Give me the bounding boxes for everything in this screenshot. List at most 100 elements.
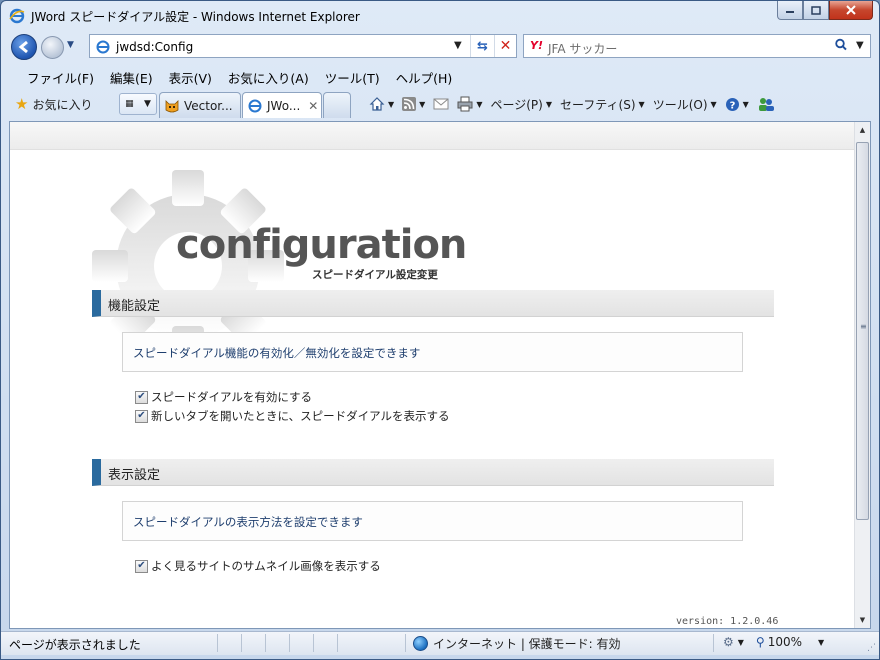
tab-vector[interactable]: Vector...	[159, 92, 241, 118]
option-enable-speed-dial[interactable]: ✔ スピードダイアルを有効にする	[135, 389, 312, 405]
section-display-description-box: スピードダイアルの表示方法を設定できます	[122, 501, 743, 541]
home-dropdown-icon[interactable]: ▼	[388, 100, 394, 109]
zoom-level: 100%	[767, 635, 803, 649]
enable-speed-dial-checkbox[interactable]: ✔	[135, 390, 148, 404]
zoom-control[interactable]: ⚙ ▼ ⚲ 100% ▼	[723, 635, 824, 649]
section-function-header: 機能設定	[92, 290, 774, 317]
feeds-button[interactable]: ▼	[402, 97, 425, 111]
status-message: ページが表示されました	[9, 638, 141, 652]
tab-jword[interactable]: JWo... ✕	[242, 92, 322, 118]
maximize-button[interactable]	[803, 1, 829, 20]
back-button[interactable]	[11, 34, 37, 60]
title-bar: JWord スピードダイアル設定 - Windows Internet Expl…	[1, 1, 879, 31]
section-display-title: 表示設定	[108, 468, 161, 483]
safety-dropdown-icon: ▼	[638, 99, 645, 109]
menu-file[interactable]: ファイル(F)	[27, 68, 94, 87]
tab-close-icon[interactable]: ✕	[308, 99, 318, 113]
page-menu-label: ページ(P)	[490, 97, 543, 112]
search-icon[interactable]	[834, 38, 848, 52]
minimize-icon	[786, 11, 794, 13]
resize-grip-icon[interactable]: ⋰	[867, 643, 876, 653]
menu-view[interactable]: 表示(V)	[169, 68, 212, 87]
home-button[interactable]: ▼	[369, 96, 394, 112]
scroll-down-arrow-icon[interactable]: ▼	[855, 612, 870, 628]
mail-icon	[433, 98, 449, 110]
status-divider	[313, 634, 314, 652]
favorites-label: お気に入り	[32, 97, 93, 112]
zoom-dropdown-icon[interactable]: ▼	[818, 638, 824, 647]
new-tab-button[interactable]	[323, 92, 351, 118]
forward-button[interactable]	[41, 36, 64, 59]
read-mail-button[interactable]	[433, 98, 449, 110]
favorites-button[interactable]: ★ お気に入り	[15, 94, 92, 114]
version-label: version: 1.2.0.46	[676, 616, 779, 627]
help-dropdown-icon[interactable]: ▼	[743, 100, 749, 109]
option-show-on-new-tab[interactable]: ✔ 新しいタブを開いたときに、スピードダイアルを表示する	[135, 408, 450, 424]
maximize-icon	[811, 5, 821, 15]
safety-menu-button[interactable]: セーフティ(S) ▼	[560, 96, 645, 113]
menu-tools[interactable]: ツール(T)	[325, 68, 380, 87]
quick-tabs-button[interactable]: ▦ ▼	[119, 93, 157, 115]
page-menu-button[interactable]: ページ(P) ▼	[490, 96, 552, 113]
command-toolbar: ▼ ▼ ▼ ページ(P) ▼ セーフティ(S) ▼ ツール(O) ▼ ? ▼	[369, 93, 783, 115]
back-arrow-icon	[18, 40, 28, 54]
home-icon	[369, 97, 385, 111]
tab-vector-label: Vector...	[184, 98, 233, 113]
address-input[interactable]: jwdsd:Config	[116, 40, 193, 54]
privacy-dropdown-icon[interactable]: ▼	[738, 638, 744, 647]
status-divider	[713, 634, 714, 652]
search-box[interactable]: Y! JFA サッカー ▼	[523, 34, 871, 58]
navigation-bar: ▼ jwdsd:Config ▼ ⇆ ✕ Y! JFA サッカー ▼	[1, 31, 879, 63]
yahoo-logo-icon: Y!	[530, 39, 543, 52]
security-zone-label: インターネット | 保護モード: 有効	[433, 637, 621, 651]
zoom-magnifier-icon: ⚲	[755, 635, 765, 649]
show-thumbnails-checkbox[interactable]: ✔	[135, 559, 148, 573]
privacy-report-icon[interactable]: ⚙	[723, 635, 734, 649]
browser-window: JWord スピードダイアル設定 - Windows Internet Expl…	[0, 0, 880, 660]
internet-globe-icon	[413, 636, 428, 651]
menu-edit[interactable]: 編集(E)	[110, 68, 153, 87]
address-bar[interactable]: jwdsd:Config ▼ ⇆ ✕	[89, 34, 517, 58]
close-button[interactable]	[829, 1, 873, 20]
page-header-strip	[10, 122, 856, 150]
menu-favorites[interactable]: お気に入り(A)	[228, 68, 309, 87]
safety-menu-label: セーフティ(S)	[560, 97, 636, 112]
print-dropdown-icon[interactable]: ▼	[476, 100, 482, 109]
scrollbar-thumb[interactable]: ≡	[856, 142, 869, 520]
menu-help[interactable]: ヘルプ(H)	[396, 68, 453, 87]
page-dropdown-icon: ▼	[545, 99, 552, 109]
security-zone[interactable]: インターネット | 保護モード: 有効	[413, 635, 621, 652]
ie-logo-icon	[9, 8, 25, 24]
help-icon: ?	[725, 97, 739, 111]
minimize-button[interactable]	[777, 1, 803, 20]
research-button[interactable]	[757, 97, 775, 112]
tab-list-dropdown-icon[interactable]: ▼	[144, 99, 151, 109]
search-options-dropdown-icon[interactable]: ▼	[856, 40, 864, 51]
search-input[interactable]: JFA サッカー	[548, 40, 617, 57]
address-dropdown-icon[interactable]: ▼	[454, 40, 462, 51]
stop-icon[interactable]: ✕	[494, 35, 516, 57]
help-button[interactable]: ? ▼	[725, 97, 749, 112]
close-icon	[846, 5, 856, 15]
print-button[interactable]: ▼	[457, 96, 482, 112]
refresh-icon[interactable]: ⇆	[470, 35, 494, 57]
command-bar: ★ お気に入り ▦ ▼ Vector... JWo... ✕ ▼ ▼ ▼ ページ…	[1, 89, 879, 119]
status-divider	[265, 634, 266, 652]
svg-text:?: ?	[729, 100, 735, 111]
show-thumbnails-label: よく見るサイトのサムネイル画像を表示する	[151, 559, 381, 573]
recent-pages-dropdown-icon[interactable]: ▼	[67, 40, 74, 50]
show-on-new-tab-label: 新しいタブを開いたときに、スピードダイアルを表示する	[151, 409, 450, 423]
research-people-icon	[758, 97, 774, 111]
vertical-scrollbar[interactable]: ▲ ≡ ▼	[854, 122, 870, 628]
vector-cat-icon	[165, 99, 179, 112]
show-on-new-tab-checkbox[interactable]: ✔	[135, 409, 148, 423]
printer-icon	[457, 96, 473, 112]
tools-menu-label: ツール(O)	[652, 97, 708, 112]
feeds-dropdown-icon[interactable]: ▼	[419, 100, 425, 109]
option-show-thumbnails[interactable]: ✔ よく見るサイトのサムネイル画像を表示する	[135, 558, 381, 574]
enable-speed-dial-label: スピードダイアルを有効にする	[151, 390, 312, 404]
scroll-up-arrow-icon[interactable]: ▲	[855, 122, 870, 138]
tools-menu-button[interactable]: ツール(O) ▼	[653, 96, 717, 113]
favorites-star-icon: ★	[15, 95, 29, 113]
page-content: configuration スピードダイアル設定変更 機能設定 スピードダイアル…	[9, 121, 871, 629]
